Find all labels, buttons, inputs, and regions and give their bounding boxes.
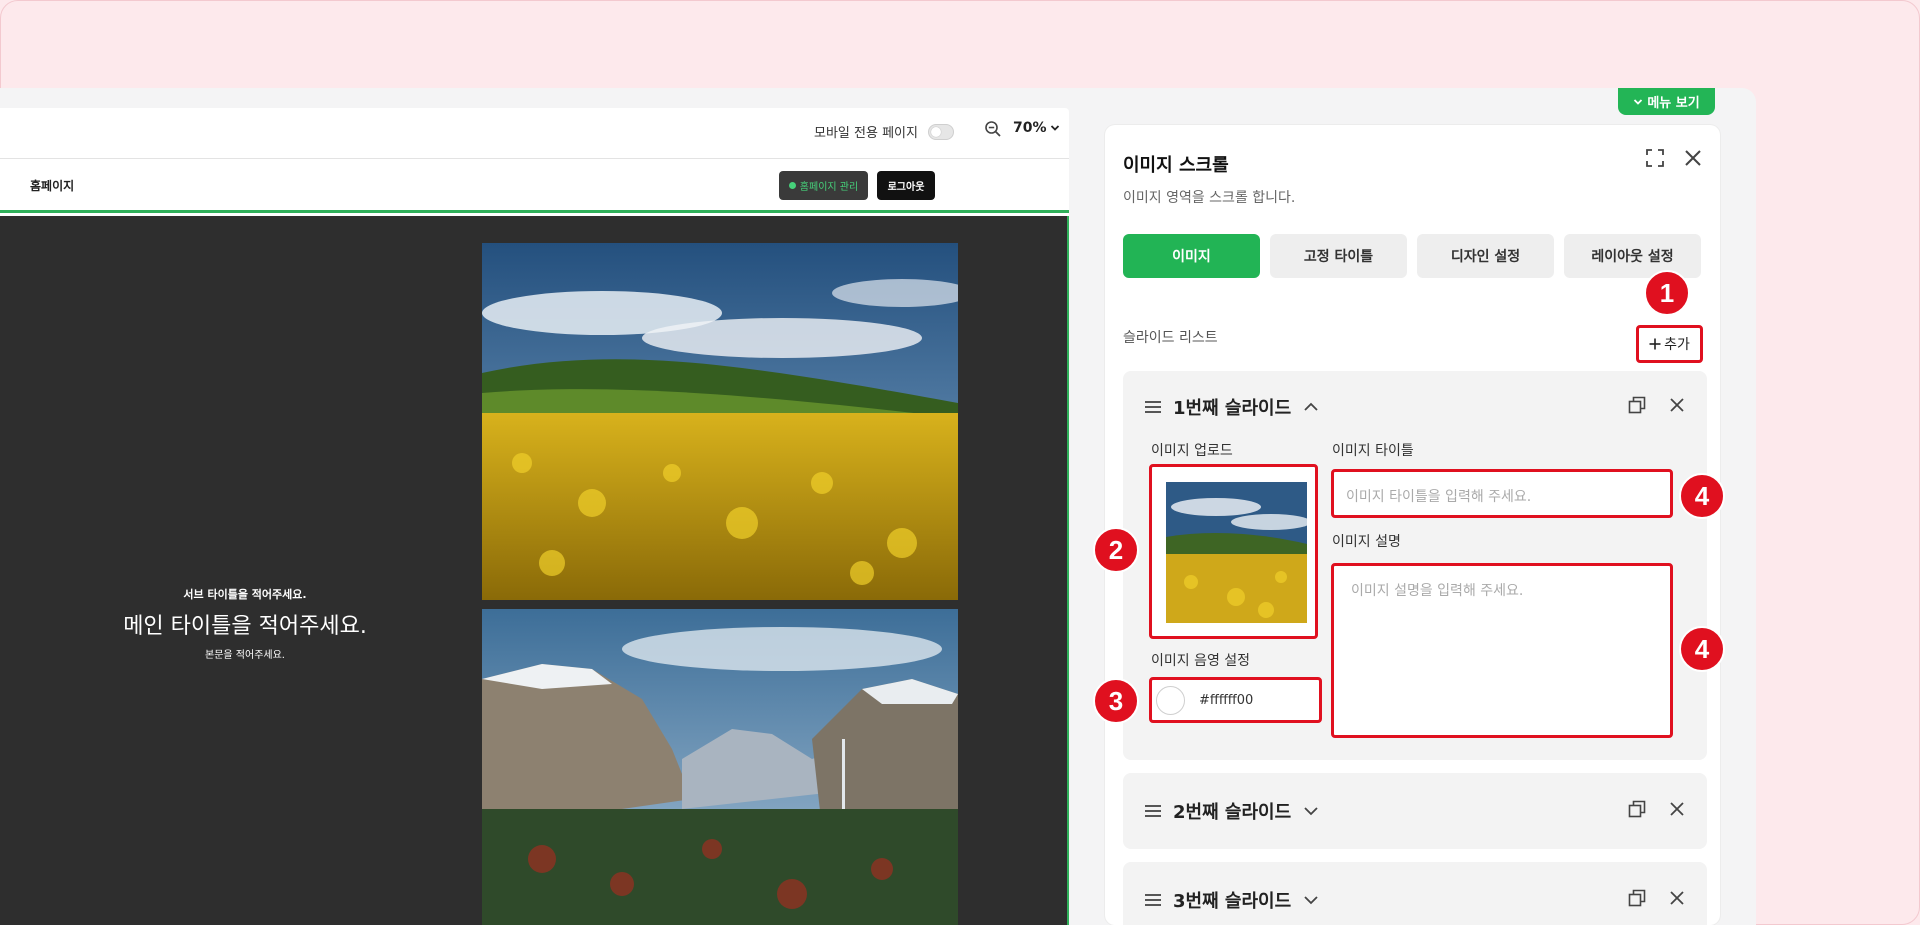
- mobile-only-toggle[interactable]: 모바일 전용 페이지: [814, 122, 954, 141]
- tab-layout-settings[interactable]: 레이아웃 설정: [1564, 234, 1701, 278]
- hero-main-title: 메인 타이틀을 적어주세요.: [123, 614, 367, 639]
- image-description-textarea[interactable]: 이미지 설명을 입력해 주세요.: [1331, 563, 1673, 738]
- fullscreen-icon[interactable]: [1645, 148, 1665, 168]
- annotation-badge: 2: [1093, 527, 1139, 573]
- slide-card: 2번째 슬라이드: [1123, 773, 1707, 849]
- editor-topbar: 모바일 전용 페이지 70%: [0, 108, 1069, 159]
- site-manage-label: 홈페이지 관리: [799, 182, 859, 193]
- chevron-up-icon[interactable]: [1301, 397, 1321, 417]
- annotation-badge: 3: [1093, 678, 1139, 724]
- delete-icon[interactable]: [1667, 799, 1687, 819]
- site-header: 홈페이지 홈페이지 관리 로그아웃: [0, 159, 1069, 213]
- slide-card-header[interactable]: 3번째 슬라이드: [1143, 862, 1321, 925]
- slide-title: 1번째 슬라이드: [1173, 398, 1292, 419]
- slide-list-label: 슬라이드 리스트: [1123, 330, 1218, 346]
- tab-image[interactable]: 이미지: [1123, 234, 1260, 278]
- image-title-label: 이미지 타이틀: [1332, 443, 1414, 459]
- zoom-level-value: 70%: [1013, 120, 1047, 136]
- annotation-badge: 4: [1679, 473, 1725, 519]
- hero-body-text: 본문을 적어주세요.: [205, 650, 285, 661]
- annotation-badge: 4: [1679, 626, 1725, 672]
- slide-image-valley: [482, 609, 958, 925]
- color-swatch[interactable]: [1156, 685, 1185, 715]
- site-manage-button[interactable]: 홈페이지 관리: [779, 171, 868, 200]
- slide-card: 3번째 슬라이드: [1123, 862, 1707, 925]
- slide-title: 2번째 슬라이드: [1173, 802, 1292, 823]
- duplicate-icon[interactable]: [1627, 395, 1647, 415]
- image-upload-box[interactable]: [1149, 464, 1318, 639]
- mobile-only-label: 모바일 전용 페이지: [814, 126, 918, 141]
- tab-fixed-title[interactable]: 고정 타이틀: [1270, 234, 1407, 278]
- zoom-level-dropdown[interactable]: 70%: [1013, 120, 1060, 136]
- chevron-down-icon[interactable]: [1301, 801, 1321, 821]
- shade-color-picker[interactable]: #ffffff00: [1149, 677, 1322, 723]
- slide-image-flower-field: [482, 243, 958, 600]
- hero-sub-title: 서브 타이틀을 적어주세요.: [183, 588, 307, 601]
- site-logo[interactable]: 홈페이지: [30, 177, 74, 194]
- duplicate-icon[interactable]: [1627, 799, 1647, 819]
- panel-title: 이미지 스크롤: [1123, 155, 1229, 176]
- drag-handle-icon[interactable]: [1143, 801, 1163, 821]
- slide-actions: [1627, 395, 1687, 415]
- slide-title: 3번째 슬라이드: [1173, 891, 1292, 912]
- chevron-down-icon[interactable]: [1301, 890, 1321, 910]
- chevron-down-icon: [1050, 125, 1059, 131]
- menu-view-toggle[interactable]: 메뉴 보기: [1618, 88, 1715, 115]
- slide-card-header[interactable]: 1번째 슬라이드: [1143, 371, 1321, 443]
- chevron-down-icon: [1634, 98, 1643, 105]
- hero-text: 서브 타이틀을 적어주세요. 메인 타이틀을 적어주세요. 본문을 적어주세요.: [100, 586, 390, 661]
- panel-description: 이미지 영역을 스크롤 합니다.: [1123, 190, 1296, 206]
- mobile-only-switch[interactable]: [927, 123, 954, 140]
- image-shade-label: 이미지 음영 설정: [1151, 653, 1251, 669]
- shade-color-value: #ffffff00: [1199, 692, 1254, 708]
- image-title-input[interactable]: 이미지 타이틀을 입력해 주세요.: [1331, 469, 1673, 518]
- slide-actions: [1627, 799, 1687, 819]
- add-slide-button[interactable]: 추가: [1636, 325, 1703, 363]
- drag-handle-icon[interactable]: [1143, 890, 1163, 910]
- image-thumbnail: [1166, 482, 1307, 623]
- tab-design-settings[interactable]: 디자인 설정: [1417, 234, 1554, 278]
- menu-view-label: 메뉴 보기: [1647, 96, 1700, 111]
- settings-icon: [788, 182, 796, 189]
- slide-card-header[interactable]: 2번째 슬라이드: [1143, 773, 1321, 849]
- annotation-badge: 1: [1644, 270, 1690, 316]
- zoom-out-icon[interactable]: [984, 120, 1002, 138]
- logout-button[interactable]: 로그아웃: [877, 171, 935, 200]
- slide-actions: [1627, 888, 1687, 908]
- delete-icon[interactable]: [1667, 395, 1687, 415]
- image-description-label: 이미지 설명: [1332, 534, 1401, 550]
- duplicate-icon[interactable]: [1627, 888, 1647, 908]
- drag-handle-icon[interactable]: [1143, 397, 1163, 417]
- panel-tabs: 이미지 고정 타이틀 디자인 설정 레이아웃 설정: [1123, 234, 1701, 278]
- close-icon[interactable]: [1682, 147, 1704, 169]
- add-slide-label: 추가: [1664, 337, 1690, 353]
- plus-icon: [1649, 338, 1661, 350]
- delete-icon[interactable]: [1667, 888, 1687, 908]
- image-upload-label: 이미지 업로드: [1151, 443, 1233, 459]
